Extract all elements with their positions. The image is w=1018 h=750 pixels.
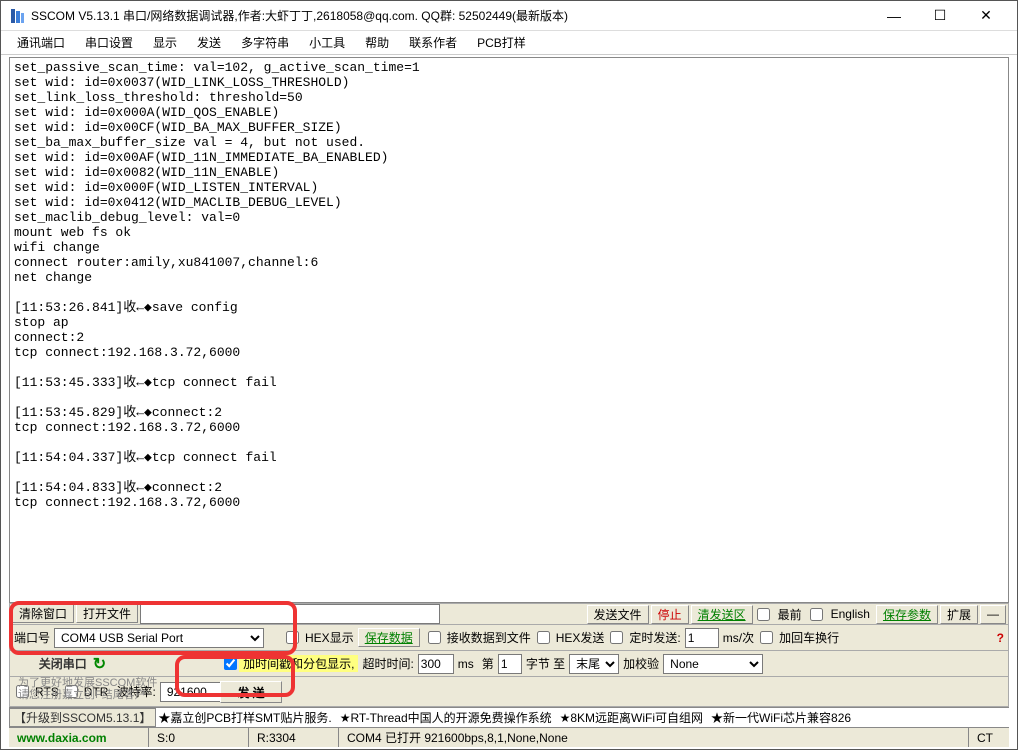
timed-send-input[interactable] [685, 628, 719, 648]
topmost-label: 最前 [774, 606, 806, 623]
checksum-label: 加校验 [619, 655, 663, 672]
topmost-checkbox[interactable] [757, 608, 770, 621]
menu-help[interactable]: 帮助 [357, 32, 397, 53]
tip-line-2: 请您注册嘉立创F结尾客户 [18, 689, 157, 701]
status-bar: www.daxia.com S:0 R:3304 COM4 已打开 921600… [9, 727, 1009, 747]
hex-display-label: HEX显示 [301, 629, 358, 646]
console-area[interactable]: set_passive_scan_time: val=102, g_active… [9, 57, 1009, 603]
english-label: English [827, 607, 874, 621]
reload-icon[interactable]: ↻ [93, 654, 106, 674]
add-crlf-checkbox[interactable] [760, 631, 773, 644]
question-icon[interactable]: ? [997, 631, 1004, 645]
english-checkbox[interactable] [810, 608, 823, 621]
timeout-input[interactable] [418, 654, 454, 674]
collapse-button[interactable]: — [980, 605, 1006, 624]
hex-display-checkbox[interactable] [286, 631, 299, 644]
clear-send-button[interactable]: 清发送区 [691, 605, 753, 624]
status-s: S:0 [149, 728, 249, 747]
hex-send-label: HEX发送 [552, 629, 609, 646]
open-file-button[interactable]: 打开文件 [76, 604, 138, 623]
timeout-unit: ms [454, 657, 478, 671]
recv-to-file-checkbox[interactable] [428, 631, 441, 644]
console-text: set_passive_scan_time: val=102, g_active… [10, 58, 1008, 512]
promo-1[interactable]: ★嘉立创PCB打样SMT贴片服务. [158, 709, 331, 726]
close-port-button[interactable]: 关闭串口 [39, 655, 87, 672]
timestamp-checkbox[interactable] [224, 657, 237, 670]
menu-serial-settings[interactable]: 串口设置 [77, 32, 141, 53]
recv-to-file-label: 接收数据到文件 [443, 629, 535, 646]
status-ct: CT [969, 728, 1009, 747]
menu-display[interactable]: 显示 [145, 32, 185, 53]
menu-contact[interactable]: 联系作者 [401, 32, 465, 53]
status-r: R:3304 [249, 728, 339, 747]
toolbar-row-1: 清除窗口 打开文件 发送文件 停止 清发送区 最前 English 保存参数 扩… [9, 603, 1009, 625]
timed-send-label: 定时发送: [625, 629, 684, 646]
promo-2[interactable]: ★RT-Thread中国人的开源免费操作系统 [340, 709, 552, 726]
menu-multistring[interactable]: 多字符串 [233, 32, 297, 53]
expand-button[interactable]: 扩展 [940, 605, 978, 624]
nth-unit: 字节 至 [522, 655, 569, 672]
send-file-button[interactable]: 发送文件 [587, 605, 649, 624]
promo-3[interactable]: ★8KM远距离WiFi可自组网 [560, 709, 703, 726]
status-info: COM4 已打开 921600bps,8,1,None,None [339, 728, 969, 747]
nth-label: 第 [478, 655, 498, 672]
promo-bar: 【升级到SSCOM5.13.1】 ★嘉立创PCB打样SMT贴片服务. ★RT-T… [9, 707, 1009, 727]
minimize-button[interactable]: — [871, 1, 917, 31]
menu-tools[interactable]: 小工具 [301, 32, 353, 53]
clear-window-button[interactable]: 清除窗口 [12, 604, 74, 623]
checksum-select[interactable]: None [663, 654, 763, 674]
menu-commport[interactable]: 通讯端口 [9, 32, 73, 53]
timestamp-label: 加时间戳和分包显示, [239, 655, 358, 672]
toolbar-row-3: x 关闭串口 ↻ 加时间戳和分包显示, 超时时间: ms 第 字节 至 末尾 加… [9, 651, 1009, 677]
menubar: 通讯端口 串口设置 显示 发送 多字符串 小工具 帮助 联系作者 PCB打样 [1, 31, 1017, 55]
close-button[interactable]: ✕ [963, 1, 1009, 31]
app-icon [9, 8, 25, 24]
save-params-button[interactable]: 保存参数 [876, 605, 938, 624]
timeout-label: 超时时间: [358, 655, 417, 672]
promo-4[interactable]: ★新一代WiFi芯片兼容826 [711, 709, 851, 726]
file-path-input[interactable] [140, 604, 440, 624]
hex-send-checkbox[interactable] [537, 631, 550, 644]
window-title: SSCOM V5.13.1 串口/网络数据调试器,作者:大虾丁丁,2618058… [31, 7, 871, 24]
send-button[interactable]: 发 送 [220, 681, 282, 703]
upgrade-chip[interactable]: 【升级到SSCOM5.13.1】 [9, 708, 156, 727]
maximize-button[interactable]: ☐ [917, 1, 963, 31]
menu-send[interactable]: 发送 [189, 32, 229, 53]
status-url[interactable]: www.daxia.com [9, 728, 149, 747]
toolbar-row-4: RTS DTR 波特率: 921600 为了更好地发展SSCOM软件 请您注册嘉… [9, 677, 1009, 707]
nth-input[interactable] [498, 654, 522, 674]
save-data-button[interactable]: 保存数据 [358, 628, 420, 647]
tail-select[interactable]: 末尾 [569, 654, 619, 674]
timed-send-checkbox[interactable] [610, 631, 623, 644]
menu-pcb[interactable]: PCB打样 [469, 32, 534, 53]
stop-button[interactable]: 停止 [651, 605, 689, 624]
add-crlf-label: 加回车换行 [775, 629, 843, 646]
timed-unit: ms/次 [719, 629, 758, 646]
port-select[interactable]: COM4 USB Serial Port [54, 628, 264, 648]
tip-line-1: 为了更好地发展SSCOM软件 [18, 677, 157, 689]
port-label: 端口号 [10, 629, 54, 646]
titlebar: SSCOM V5.13.1 串口/网络数据调试器,作者:大虾丁丁,2618058… [1, 1, 1017, 31]
toolbar-row-2: 端口号 COM4 USB Serial Port HEX显示 保存数据 接收数据… [9, 625, 1009, 651]
